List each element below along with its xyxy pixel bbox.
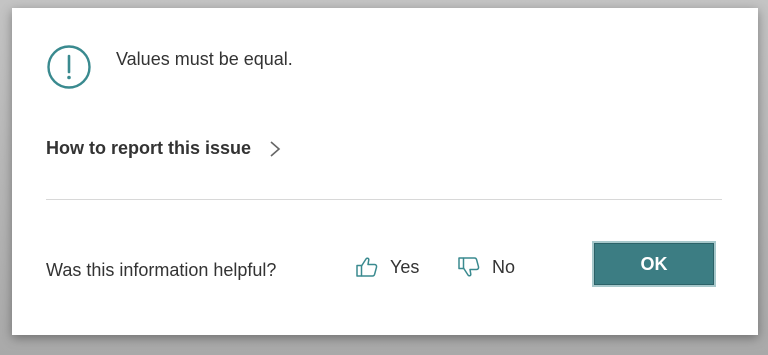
exclamation-circle-icon <box>46 44 92 90</box>
how-to-report-label: How to report this issue <box>46 138 252 158</box>
thumbs-down-icon <box>456 254 482 280</box>
chevron-right-icon <box>251 140 281 158</box>
divider <box>46 199 722 200</box>
feedback-no-button[interactable]: No <box>446 254 515 280</box>
how-to-report-link[interactable]: How to report this issue <box>46 138 281 159</box>
feedback-yes-label: Yes <box>390 256 420 277</box>
message-row: Values must be equal. <box>46 44 293 90</box>
thumbs-up-icon <box>354 254 380 280</box>
error-message: Values must be equal. <box>116 49 293 69</box>
feedback-yes-button[interactable]: Yes <box>344 254 419 280</box>
feedback-question: Was this information helpful? <box>46 260 277 280</box>
feedback-no-label: No <box>492 256 516 277</box>
error-dialog: Values must be equal. How to report this… <box>12 8 758 335</box>
ok-button[interactable]: OK <box>592 241 716 287</box>
